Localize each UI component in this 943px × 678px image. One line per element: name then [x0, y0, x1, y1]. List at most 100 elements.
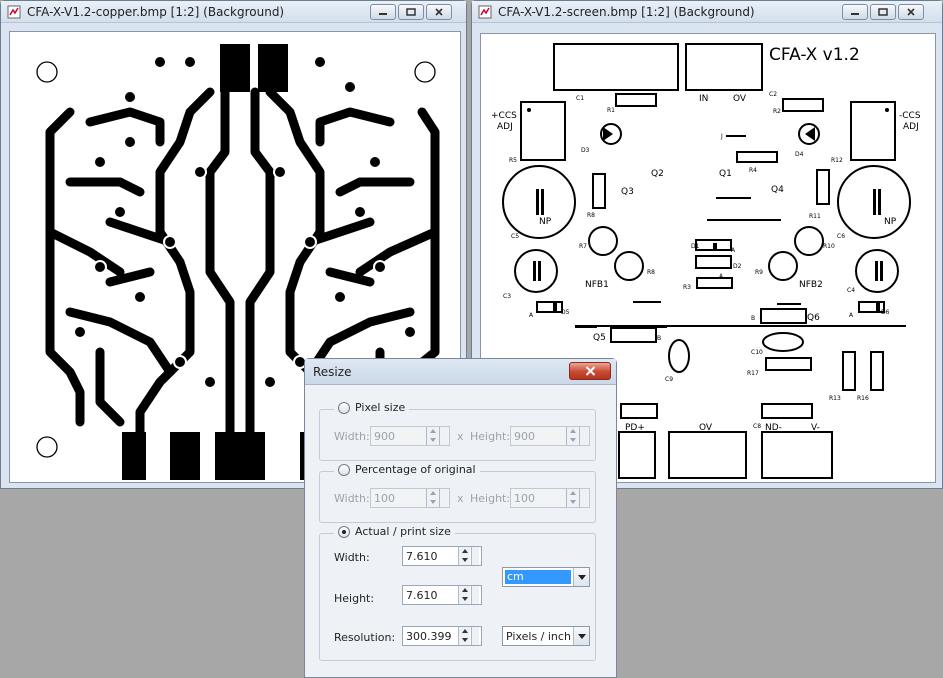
resize-dialog-titlebar[interactable]: Resize — [305, 359, 616, 385]
label-a-left: A — [529, 312, 534, 319]
maximize-button[interactable] — [398, 4, 424, 20]
print-height-spinner[interactable] — [458, 586, 470, 604]
arrow-down-icon — [570, 438, 576, 442]
print-size-option[interactable]: Actual / print size — [334, 525, 455, 538]
copper-window-titlebar[interactable]: CFA-X-V1.2-copper.bmp [1:2] (Background) — [1, 1, 466, 23]
percent-width-label: Width: — [334, 492, 370, 505]
percent-height-dropdown[interactable] — [579, 489, 587, 507]
spin-up-button[interactable] — [427, 427, 438, 436]
percent-width-input[interactable] — [370, 488, 450, 508]
label-r9: R9 — [755, 269, 763, 276]
pixel-height-spinner[interactable] — [566, 427, 578, 445]
resolution-input[interactable] — [402, 626, 482, 646]
arrow-up-icon — [570, 429, 576, 433]
unit-dropdown-button[interactable] — [573, 568, 589, 586]
pixel-height-label: Height: — [470, 430, 511, 443]
arrow-down-icon — [430, 438, 436, 442]
image-file-icon — [7, 5, 21, 19]
resolution-unit-dropdown-button[interactable] — [573, 627, 589, 645]
resolution-dropdown[interactable] — [471, 627, 479, 645]
label-r10: R10 — [823, 243, 835, 250]
minimize-button[interactable] — [842, 4, 868, 20]
label-q1: Q1 — [719, 169, 732, 179]
pixel-width-input[interactable] — [370, 426, 450, 446]
percentage-label: Percentage of original — [355, 463, 476, 476]
screen-window-titlebar[interactable]: CFA-X-V1.2-screen.bmp [1:2] (Background) — [472, 1, 942, 23]
maximize-icon — [878, 8, 888, 16]
pixel-size-radio[interactable] — [338, 401, 350, 414]
label-nd-minus: ND- — [765, 423, 782, 433]
spin-down-button[interactable] — [427, 436, 438, 445]
print-size-group: Actual / print size Width: cm Height: Re… — [319, 525, 596, 661]
label-r17: R17 — [747, 370, 759, 377]
spin-down-button[interactable] — [567, 498, 578, 507]
label-c5: C5 — [511, 233, 519, 240]
label-j: J — [720, 133, 723, 140]
spin-up-button[interactable] — [459, 586, 470, 595]
percent-height-input[interactable] — [510, 488, 590, 508]
pixel-size-option[interactable]: Pixel size — [334, 401, 410, 414]
close-icon — [907, 8, 915, 16]
label-in: IN — [699, 94, 708, 104]
label-np-right: NP — [884, 217, 897, 227]
percent-width-dropdown[interactable] — [439, 489, 447, 507]
spin-down-button[interactable] — [567, 436, 578, 445]
label-d2: D2 — [733, 263, 742, 270]
spin-down-button[interactable] — [427, 498, 438, 507]
label-a-right: A — [849, 312, 854, 319]
label-r16: R16 — [857, 395, 869, 402]
print-height-input[interactable] — [402, 585, 482, 605]
print-width-spinner[interactable] — [458, 547, 470, 565]
label-ccs-left: +CCS — [491, 111, 517, 121]
chevron-down-icon — [578, 634, 586, 639]
label-c2: C2 — [769, 91, 777, 98]
percentage-radio[interactable] — [338, 463, 350, 476]
print-size-label: Actual / print size — [355, 525, 451, 538]
dialog-close-button[interactable] — [569, 362, 611, 380]
percent-height-spinner[interactable] — [566, 489, 578, 507]
resolution-unit-select[interactable]: Pixels / inch — [502, 626, 590, 646]
silkscreen-heading: CFA-X v1.2 — [769, 45, 860, 65]
resolution-spinner[interactable] — [458, 627, 470, 645]
spin-up-button[interactable] — [459, 627, 470, 636]
pixel-height-dropdown[interactable] — [579, 427, 587, 445]
pixel-size-label: Pixel size — [355, 401, 406, 414]
label-c1: C1 — [576, 95, 584, 102]
label-pd-plus: PD+ — [625, 423, 645, 433]
percent-x-separator: x — [457, 492, 464, 505]
pixel-width-dropdown[interactable] — [439, 427, 447, 445]
arrow-up-icon — [462, 629, 468, 633]
label-q5: Q5 — [593, 333, 606, 343]
print-width-input[interactable] — [402, 546, 482, 566]
unit-select[interactable]: cm — [502, 567, 590, 587]
arrow-up-icon — [430, 429, 436, 433]
spin-down-button[interactable] — [459, 595, 470, 604]
label-ccs-right: -CCS — [899, 111, 921, 121]
label-r1: R1 — [607, 107, 615, 114]
pixel-size-group: Pixel size Width: x Height: — [319, 401, 596, 461]
print-height-dropdown[interactable] — [471, 586, 479, 604]
print-width-dropdown[interactable] — [471, 547, 479, 565]
pixel-width-spinner[interactable] — [426, 427, 438, 445]
close-button[interactable] — [426, 4, 452, 20]
label-r5: R5 — [509, 157, 517, 164]
spin-up-button[interactable] — [427, 489, 438, 498]
spin-up-button[interactable] — [459, 547, 470, 556]
spin-down-button[interactable] — [459, 556, 470, 565]
percentage-group: Percentage of original Width: x Height: — [319, 463, 596, 523]
close-button[interactable] — [898, 4, 924, 20]
label-r8: R8 — [647, 269, 655, 276]
print-size-radio[interactable] — [338, 525, 350, 538]
spin-down-button[interactable] — [459, 636, 470, 645]
pixel-height-input[interactable] — [510, 426, 590, 446]
label-a-d1: A — [731, 247, 736, 254]
label-c3: C3 — [503, 293, 511, 300]
percent-width-spinner[interactable] — [426, 489, 438, 507]
label-b-q5: B — [657, 335, 661, 342]
maximize-button[interactable] — [870, 4, 896, 20]
spin-up-button[interactable] — [567, 489, 578, 498]
percentage-option[interactable]: Percentage of original — [334, 463, 480, 476]
resize-dialog[interactable]: Resize Pixel size Width: x Height: — [304, 358, 617, 678]
minimize-button[interactable] — [370, 4, 396, 20]
spin-up-button[interactable] — [567, 427, 578, 436]
